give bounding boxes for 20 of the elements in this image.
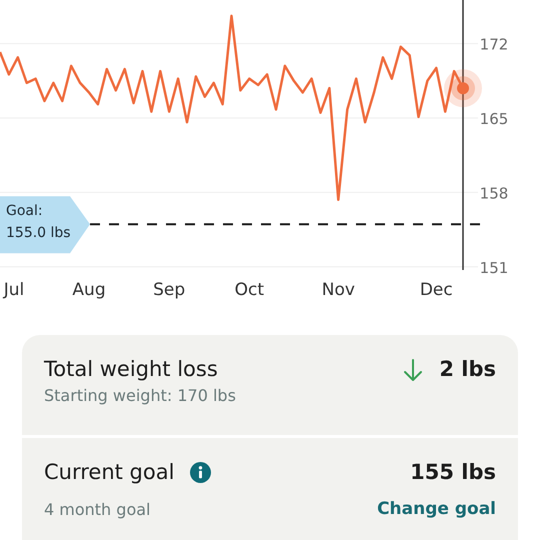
x-axis-label: Dec — [420, 280, 453, 300]
x-axis-label: Sep — [153, 280, 186, 300]
x-axis-label: Jul — [4, 280, 24, 300]
change-goal-link[interactable]: Change goal — [377, 497, 496, 523]
row-value: 155 lbs — [410, 460, 496, 486]
x-axis-label: Aug — [72, 280, 106, 300]
y-axis-label: 158 — [480, 184, 508, 202]
row-title: Current goal — [44, 460, 174, 486]
info-icon[interactable] — [190, 462, 212, 484]
x-axis-label: Oct — [234, 280, 264, 300]
y-axis-label: 172 — [480, 36, 508, 54]
row-title: Total weight loss — [44, 357, 218, 382]
current-point-marker[interactable] — [444, 69, 482, 108]
y-axis-label: 165 — [480, 110, 508, 128]
row-subtitle: 4 month goal — [44, 498, 150, 521]
x-axis-label: Nov — [322, 280, 355, 300]
goal-label: Goal: 155.0 lbs — [6, 203, 71, 242]
row-value: 2 lbs — [439, 357, 496, 382]
row-subtitle: Starting weight: 170 lbs — [44, 385, 236, 408]
y-axis-label: 151 — [480, 258, 508, 277]
